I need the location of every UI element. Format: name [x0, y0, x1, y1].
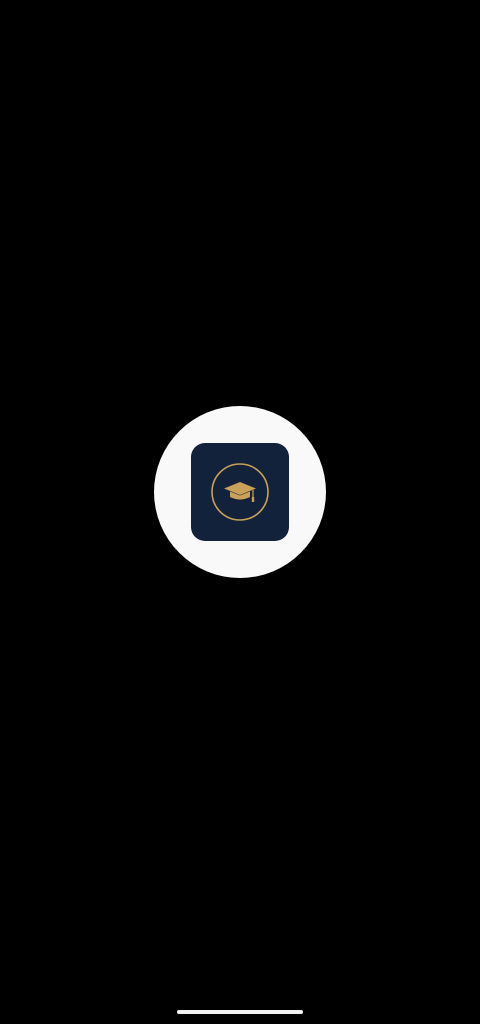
- splash-logo-circle: [154, 406, 326, 578]
- home-indicator[interactable]: [177, 1010, 303, 1014]
- app-icon: [191, 443, 289, 541]
- graduation-cap-icon: [211, 463, 269, 521]
- splash-screen: [0, 0, 480, 1024]
